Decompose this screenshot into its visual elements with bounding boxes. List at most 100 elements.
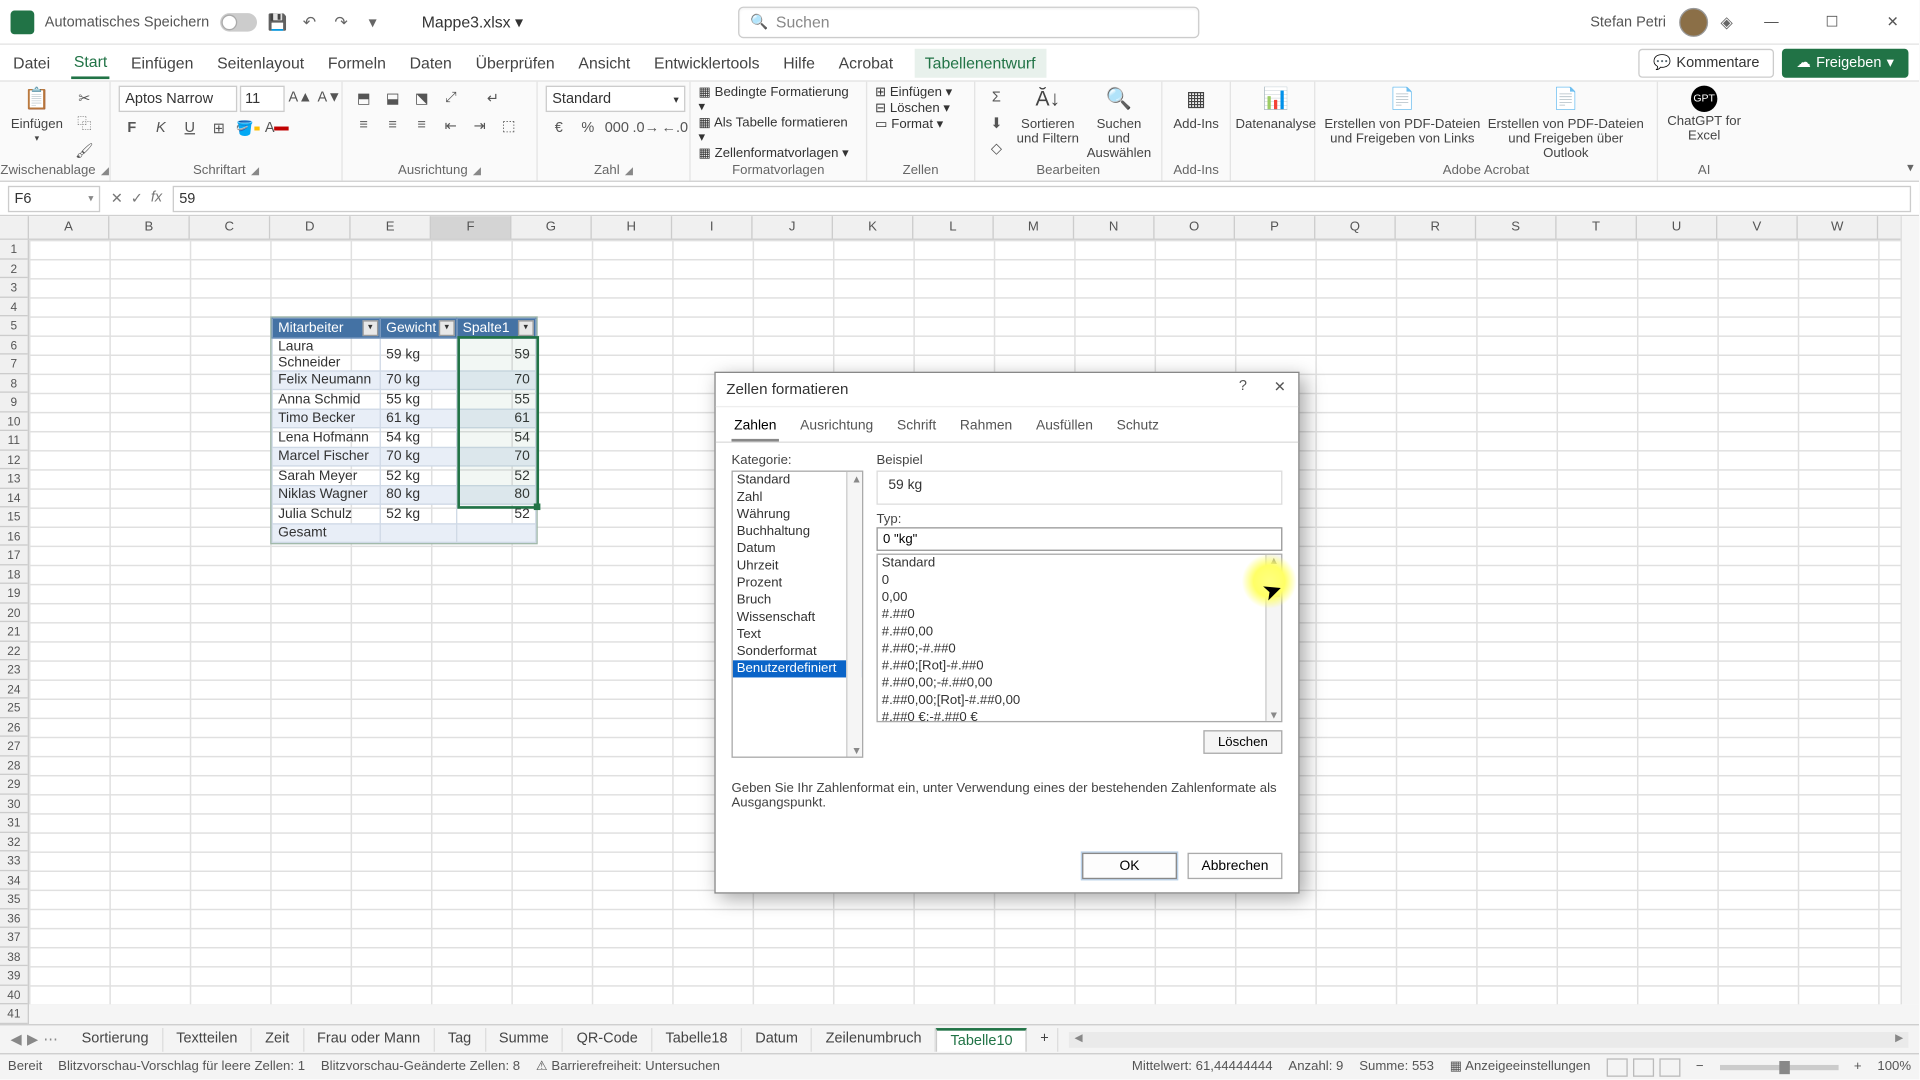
select-all-corner[interactable]: [0, 216, 29, 240]
save-icon[interactable]: 💾: [267, 11, 288, 32]
col-header[interactable]: U: [1637, 216, 1717, 238]
col-header[interactable]: J: [753, 216, 833, 238]
row-header[interactable]: 39: [0, 966, 28, 985]
delete-format-button[interactable]: Löschen: [1203, 730, 1282, 754]
col-header[interactable]: K: [833, 216, 913, 238]
category-item[interactable]: Buchhaltung: [733, 523, 862, 540]
shrink-font-icon[interactable]: A▼: [316, 86, 342, 110]
format-painter-icon[interactable]: 🖌: [71, 138, 97, 162]
ribbon-tab-acrobat[interactable]: Acrobat: [836, 48, 896, 77]
pdf-share-outlook-button[interactable]: 📄Erstellen von PDF-Dateien und Freigeben…: [1487, 86, 1645, 161]
col-header[interactable]: G: [511, 216, 591, 238]
delete-cells-button[interactable]: ⊟ Löschen ▾: [875, 101, 950, 115]
undo-icon[interactable]: ↶: [299, 11, 320, 32]
insert-cells-button[interactable]: ⊞ Einfügen ▾: [875, 86, 952, 100]
launcher-icon[interactable]: ◢: [101, 165, 109, 177]
dialog-tab[interactable]: Rahmen: [957, 413, 1015, 442]
type-list-item[interactable]: 0: [878, 572, 1281, 589]
row-header[interactable]: 37: [0, 928, 28, 947]
type-list-item[interactable]: #.##0 €;-#.##0 €: [878, 709, 1281, 722]
align-right-icon[interactable]: ≡: [409, 113, 435, 137]
add-sheet-button[interactable]: +: [1027, 1027, 1059, 1051]
ribbon-tab-formeln[interactable]: Formeln: [325, 48, 388, 77]
autosave-toggle[interactable]: [220, 13, 257, 31]
enter-formula-icon[interactable]: ✓: [131, 190, 143, 207]
sheet-tab[interactable]: Sortierung: [68, 1027, 163, 1051]
row-header[interactable]: 14: [0, 488, 28, 507]
col-header[interactable]: S: [1476, 216, 1556, 238]
col-header[interactable]: F: [431, 216, 511, 238]
row-header[interactable]: 31: [0, 813, 28, 832]
col-header[interactable]: I: [672, 216, 752, 238]
dialog-close-button[interactable]: ✕: [1267, 378, 1293, 402]
ribbon-tab-einfügen[interactable]: Einfügen: [128, 48, 196, 77]
comma-icon[interactable]: 000: [604, 116, 630, 140]
row-header[interactable]: 29: [0, 775, 28, 794]
close-window-button[interactable]: ✕: [1866, 0, 1919, 44]
ribbon-tab-daten[interactable]: Daten: [407, 48, 454, 77]
clear-icon[interactable]: ◇: [983, 136, 1009, 160]
bold-icon[interactable]: F: [119, 116, 145, 140]
row-header[interactable]: 10: [0, 412, 28, 431]
col-header[interactable]: L: [913, 216, 993, 238]
row-header[interactable]: 27: [0, 737, 28, 756]
row-header[interactable]: 21: [0, 622, 28, 641]
col-header[interactable]: V: [1717, 216, 1797, 238]
cancel-button[interactable]: Abbrechen: [1188, 853, 1283, 879]
type-list-item[interactable]: #.##0,00;-#.##0,00: [878, 675, 1281, 692]
cancel-formula-icon[interactable]: ✕: [111, 190, 123, 207]
minimize-button[interactable]: —: [1745, 0, 1798, 44]
zoom-out-icon[interactable]: −: [1696, 1060, 1704, 1074]
category-item[interactable]: Wissenschaft: [733, 609, 862, 626]
row-header[interactable]: 28: [0, 756, 28, 775]
column-headers[interactable]: ABCDEFGHIJKLMNOPQRSTUVW: [29, 216, 1901, 240]
chatgpt-button[interactable]: GPTChatGPT for Excel: [1666, 86, 1742, 144]
collapse-ribbon-icon[interactable]: ▾: [1907, 161, 1914, 175]
row-header[interactable]: 9: [0, 393, 28, 412]
category-item[interactable]: Standard: [733, 472, 862, 489]
number-format-combo[interactable]: Standard ▾: [546, 86, 686, 112]
row-header[interactable]: 22: [0, 641, 28, 660]
type-list-item[interactable]: #.##0,00;[Rot]-#.##0,00: [878, 692, 1281, 709]
type-list-item[interactable]: Standard: [878, 555, 1281, 572]
align-center-icon[interactable]: ≡: [380, 113, 406, 137]
find-select-button[interactable]: 🔍Suchen und Auswählen: [1086, 86, 1152, 161]
row-header[interactable]: 13: [0, 469, 28, 488]
user-name[interactable]: Stefan Petri: [1590, 14, 1666, 30]
font-name-combo[interactable]: Aptos Narrow: [119, 86, 238, 112]
col-header[interactable]: R: [1396, 216, 1476, 238]
row-header[interactable]: 26: [0, 718, 28, 737]
col-header[interactable]: D: [270, 216, 350, 238]
fill-color-icon[interactable]: 🪣: [235, 116, 261, 140]
row-header[interactable]: 40: [0, 985, 28, 1004]
sheet-tab[interactable]: Datum: [742, 1027, 812, 1051]
indent-dec-icon[interactable]: ⇤: [438, 113, 464, 137]
dialog-tab[interactable]: Ausrichtung: [798, 413, 876, 442]
col-header[interactable]: B: [109, 216, 189, 238]
redo-icon[interactable]: ↷: [330, 11, 351, 32]
row-header[interactable]: 3: [0, 278, 28, 297]
row-header[interactable]: 17: [0, 546, 28, 565]
comments-button[interactable]: 💬 Kommentare: [1639, 48, 1774, 77]
row-header[interactable]: 8: [0, 374, 28, 393]
zoom-in-icon[interactable]: +: [1854, 1060, 1862, 1074]
search-input[interactable]: 🔍 Suchen: [738, 6, 1199, 38]
category-item[interactable]: Bruch: [733, 592, 862, 609]
col-header[interactable]: P: [1235, 216, 1315, 238]
row-header[interactable]: 4: [0, 297, 28, 316]
col-header[interactable]: O: [1155, 216, 1235, 238]
data-analysis-button[interactable]: 📊Datenanalyse: [1239, 86, 1313, 132]
format-as-table-button[interactable]: ▦ Als Tabelle formatieren ▾: [699, 116, 858, 145]
dialog-tab[interactable]: Ausfüllen: [1033, 413, 1095, 442]
row-headers[interactable]: 1234567891011121314151617181920212223242…: [0, 240, 29, 1024]
row-header[interactable]: 32: [0, 832, 28, 851]
orientation-icon[interactable]: ⤢: [438, 86, 464, 110]
zoom-level[interactable]: 100%: [1877, 1060, 1911, 1074]
dialog-help-button[interactable]: ?: [1230, 378, 1256, 402]
category-item[interactable]: Währung: [733, 506, 862, 523]
sheet-tab[interactable]: Frau oder Mann: [304, 1027, 435, 1051]
cut-icon[interactable]: ✂: [71, 86, 97, 110]
border-icon[interactable]: ⊞: [206, 116, 232, 140]
row-header[interactable]: 36: [0, 909, 28, 928]
row-header[interactable]: 33: [0, 851, 28, 870]
